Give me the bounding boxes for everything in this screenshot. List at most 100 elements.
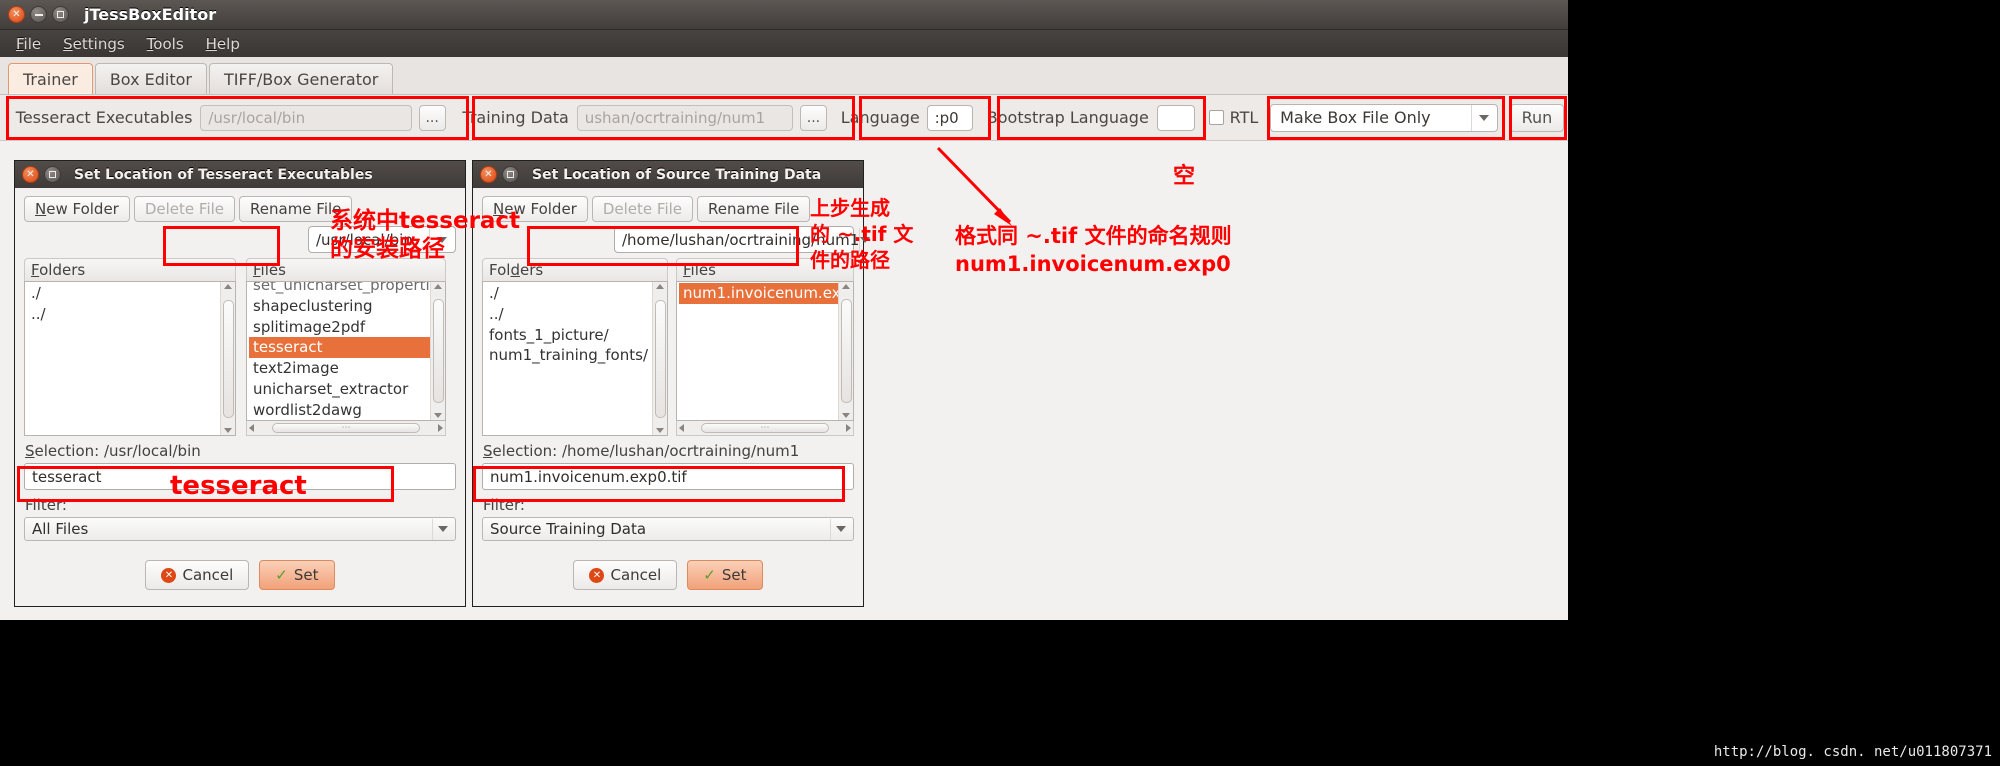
language-input[interactable]: :p0	[926, 104, 974, 131]
maximize-icon[interactable]	[502, 166, 519, 183]
chevron-down-icon[interactable]	[1471, 104, 1495, 131]
list-item[interactable]: unicharset_extractor	[249, 379, 430, 400]
menu-file[interactable]: File	[6, 32, 51, 56]
dialog-right-footer: ✕ Cancel ✓ Set	[482, 552, 854, 600]
window-titlebar: ✕ jTessBoxEditor	[0, 0, 1568, 30]
selection-path-label: Selection: /usr/local/bin	[25, 442, 201, 460]
chevron-down-icon[interactable]	[432, 518, 452, 540]
cancel-label: Cancel	[182, 566, 234, 584]
list-item[interactable]: set_unicharset_properties	[249, 282, 430, 296]
maximize-icon[interactable]	[52, 6, 69, 23]
scroll-down-icon[interactable]	[656, 428, 664, 433]
list-item[interactable]: wordlist2dawg	[249, 400, 430, 421]
list-item[interactable]: ../	[27, 304, 220, 325]
files-vertical-scrollbar[interactable]	[838, 282, 853, 420]
scroll-down-icon[interactable]	[434, 413, 442, 418]
scroll-right-icon[interactable]	[846, 424, 851, 432]
files-list[interactable]: set_unicharset_properties shapeclusterin…	[246, 281, 446, 421]
list-item-selected[interactable]: num1.invoicenum.exp...	[679, 283, 838, 304]
files-horizontal-scrollbar[interactable]: ⋯	[676, 421, 854, 436]
scroll-up-icon[interactable]	[656, 284, 664, 289]
filter-select[interactable]: Source Training Data	[482, 517, 854, 541]
bootstrap-language-input[interactable]	[1156, 104, 1196, 131]
cancel-icon: ✕	[161, 567, 177, 583]
list-item[interactable]: ../	[485, 304, 652, 325]
folders-list[interactable]: ./ ../	[24, 281, 236, 436]
files-list-items[interactable]: set_unicharset_properties shapeclusterin…	[247, 282, 430, 420]
tesseract-browse-button[interactable]: ...	[418, 104, 446, 131]
files-horizontal-scrollbar[interactable]: ⋯	[246, 421, 446, 436]
list-item[interactable]: ./	[485, 283, 652, 304]
list-item[interactable]: splitimage2pdf	[249, 317, 430, 338]
set-button[interactable]: ✓ Set	[259, 560, 335, 590]
tab-tiff-box-generator[interactable]: TIFF/Box Generator	[209, 63, 394, 94]
scrollbar-thumb[interactable]	[654, 299, 666, 418]
annotation-tesseract-name: tesseract	[170, 471, 307, 501]
set-label: Set	[721, 566, 747, 584]
training-data-input[interactable]: ushan/ocrtraining/num1	[576, 104, 793, 131]
training-browse-button[interactable]: ...	[799, 104, 827, 131]
menu-tools[interactable]: Tools	[137, 32, 194, 56]
list-item[interactable]: text2image	[249, 358, 430, 379]
files-vertical-scrollbar[interactable]	[430, 282, 445, 420]
tab-trainer[interactable]: Trainer	[8, 63, 93, 94]
files-list-items[interactable]: num1.invoicenum.exp...	[677, 282, 838, 420]
list-item-selected[interactable]: tesseract	[249, 337, 430, 358]
chevron-down-icon[interactable]	[830, 518, 850, 540]
scrollbar-thumb[interactable]	[432, 299, 444, 403]
menu-settings[interactable]: Settings	[53, 32, 135, 56]
trainer-toolbar: Tesseract Executables /usr/local/bin ...…	[0, 95, 1568, 141]
folders-list-items[interactable]: ./ ../	[25, 282, 220, 435]
delete-file-button[interactable]: Delete File	[591, 196, 694, 222]
folders-list-items[interactable]: ./ ../ fonts_1_picture/ num1_training_fo…	[483, 282, 652, 435]
scroll-up-icon[interactable]	[224, 284, 232, 289]
scroll-down-icon[interactable]	[842, 413, 850, 418]
scrollbar-thumb[interactable]: ⋯	[701, 423, 829, 433]
close-icon[interactable]: ✕	[22, 166, 39, 183]
new-folder-button[interactable]: New Folder	[24, 196, 130, 222]
list-item[interactable]: num1_training_fonts/	[485, 345, 652, 366]
cancel-label: Cancel	[610, 566, 662, 584]
cancel-button[interactable]: ✕ Cancel	[573, 560, 678, 590]
menu-help[interactable]: Help	[196, 32, 250, 56]
folders-list[interactable]: ./ ../ fonts_1_picture/ num1_training_fo…	[482, 281, 668, 436]
close-icon[interactable]: ✕	[8, 6, 25, 23]
rtl-checkbox[interactable]	[1209, 110, 1224, 125]
rename-file-button[interactable]: Rename File	[697, 196, 811, 222]
run-button[interactable]: Run	[1509, 103, 1565, 132]
scroll-down-icon[interactable]	[224, 428, 232, 433]
scrollbar-thumb[interactable]: ⋯	[272, 423, 420, 433]
tesseract-executables-input[interactable]: /usr/local/bin	[200, 104, 412, 131]
language-label: Language	[840, 108, 920, 127]
menu-tools-label: ools	[153, 34, 184, 53]
delete-file-button[interactable]: Delete File	[133, 196, 236, 222]
close-icon[interactable]: ✕	[480, 166, 497, 183]
minimize-icon[interactable]	[30, 6, 47, 23]
maximize-icon[interactable]	[44, 166, 61, 183]
folders-vertical-scrollbar[interactable]	[652, 282, 667, 435]
filter-value: All Files	[32, 520, 89, 538]
dialog-left-footer: ✕ Cancel ✓ Set	[24, 552, 456, 600]
menu-help-label: elp	[216, 34, 240, 53]
scrollbar-thumb[interactable]	[840, 299, 852, 403]
list-item[interactable]: fonts_1_picture/	[485, 325, 652, 346]
folders-list-label: FFoldersolders	[24, 258, 236, 281]
filter-select[interactable]: All Files	[24, 517, 456, 541]
scroll-right-icon[interactable]	[438, 424, 443, 432]
files-list[interactable]: num1.invoicenum.exp...	[676, 281, 854, 421]
folders-vertical-scrollbar[interactable]	[220, 282, 235, 435]
cancel-button[interactable]: ✕ Cancel	[145, 560, 250, 590]
scroll-up-icon[interactable]	[434, 284, 442, 289]
scroll-up-icon[interactable]	[842, 284, 850, 289]
list-item[interactable]: shapeclustering	[249, 296, 430, 317]
scroll-left-icon[interactable]	[249, 424, 254, 432]
scrollbar-thumb[interactable]	[222, 299, 234, 418]
set-button[interactable]: ✓ Set	[687, 560, 763, 590]
list-item[interactable]: ./	[27, 283, 220, 304]
training-mode-select[interactable]: Make Box File Only	[1270, 103, 1499, 132]
scroll-left-icon[interactable]	[679, 424, 684, 432]
annotation-naming-rule: 格式同 ~.tif 文件的命名规则 num1.invoicenum.exp0	[955, 224, 1232, 277]
filename-input[interactable]: num1.invoicenum.exp0.tif	[482, 463, 854, 490]
menu-file-label: ile	[23, 34, 42, 53]
tab-box-editor[interactable]: Box Editor	[94, 63, 207, 94]
